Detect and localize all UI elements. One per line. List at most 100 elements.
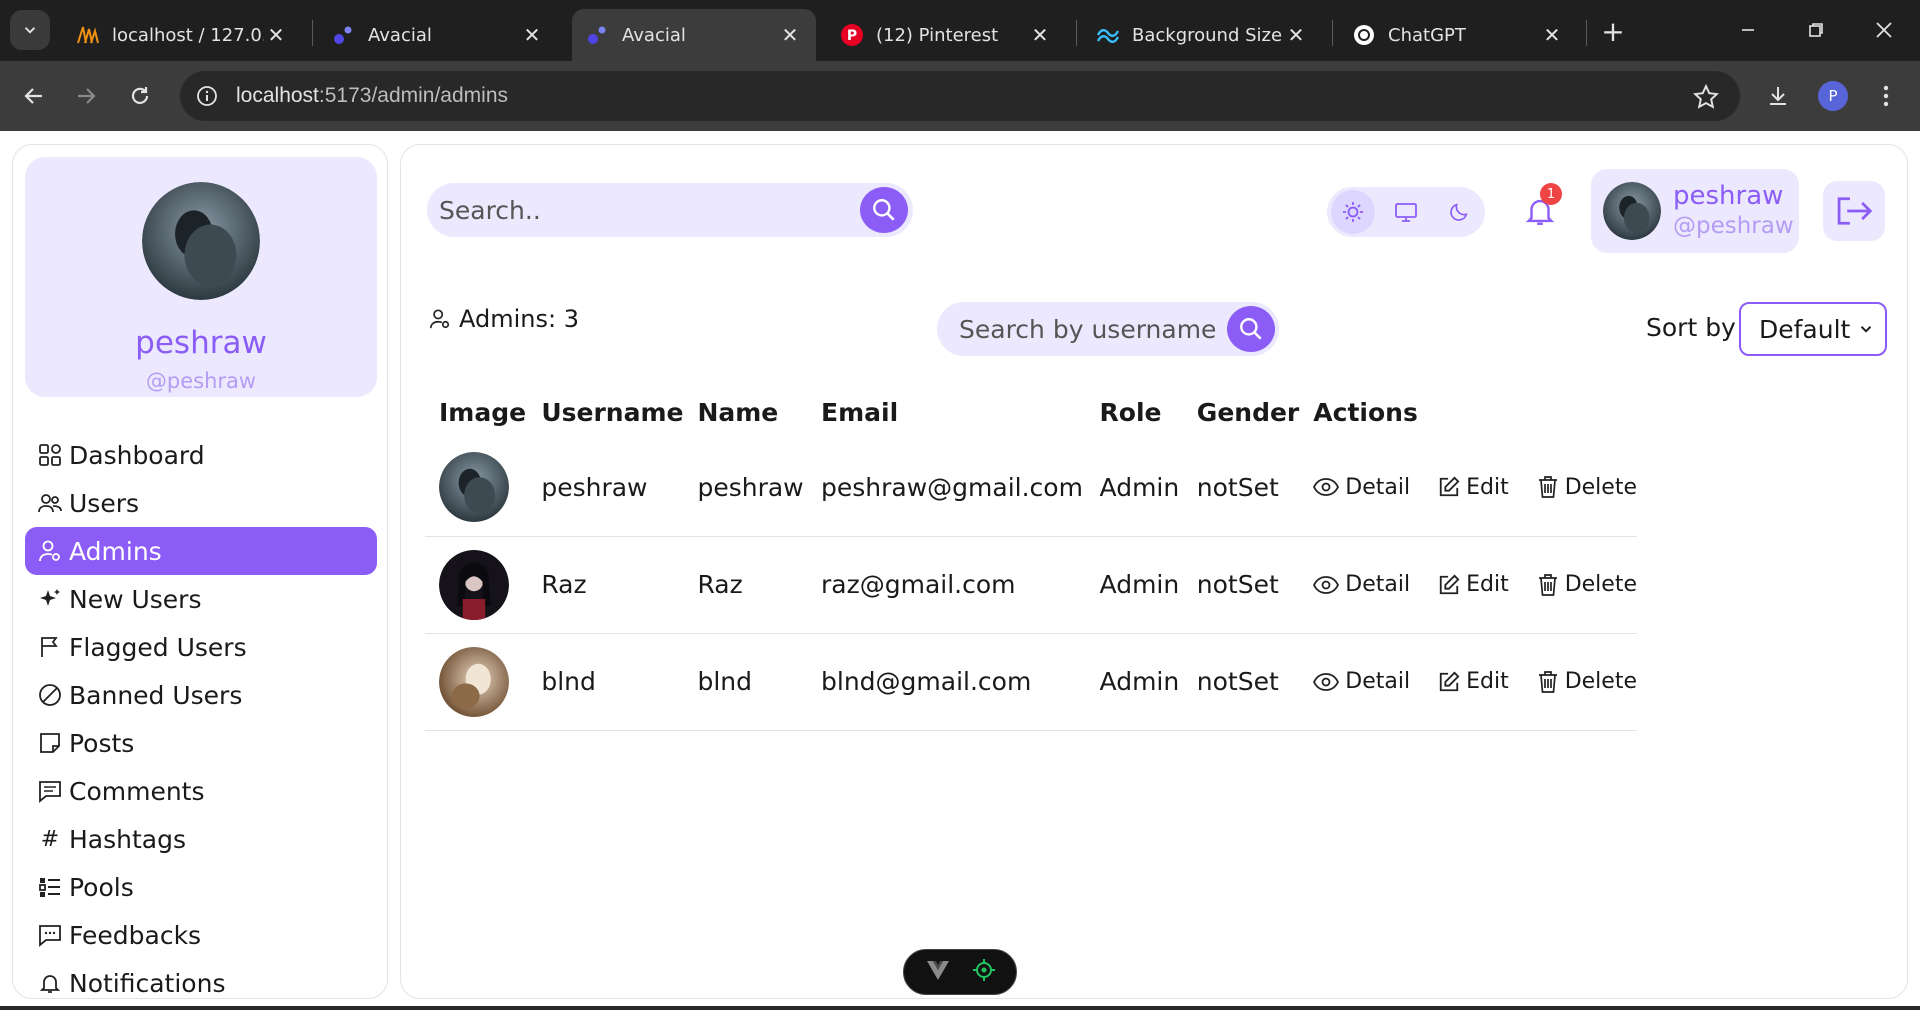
detail-button[interactable]: Detail: [1313, 475, 1410, 500]
posts-icon: [37, 730, 63, 756]
sidebar-item-label: Hashtags: [69, 824, 187, 854]
tab-localhost[interactable]: localhost / 127.0.0. ✕: [62, 9, 302, 61]
tab-pinterest[interactable]: P (12) Pinterest ✕: [826, 9, 1066, 61]
close-icon[interactable]: ✕: [264, 23, 288, 47]
sidebar-item-flagged-users[interactable]: Flagged Users: [25, 623, 377, 671]
tab-title: Background Size -: [1132, 24, 1284, 46]
close-icon[interactable]: ✕: [778, 23, 802, 47]
sidebar-item-new-users[interactable]: New Users: [25, 575, 377, 623]
delete-button[interactable]: Delete: [1537, 475, 1637, 500]
detail-button[interactable]: Detail: [1313, 669, 1410, 694]
edit-button[interactable]: Edit: [1438, 669, 1509, 694]
logout-button[interactable]: [1823, 181, 1885, 241]
tab-separator: [1586, 20, 1587, 46]
main-panel: 1 peshraw @peshraw Admins: 3 Sort by Def…: [400, 144, 1908, 999]
sidebar-profile-handle: @peshraw: [145, 369, 257, 393]
back-button[interactable]: [14, 76, 54, 116]
username-search-button[interactable]: [1227, 306, 1275, 352]
feedback-icon: [37, 922, 63, 948]
pinterest-icon: P: [840, 23, 864, 47]
sidebar-item-admins[interactable]: Admins: [25, 527, 377, 575]
search-input[interactable]: [439, 191, 839, 229]
sort-select[interactable]: Default: [1739, 302, 1887, 356]
edit-button[interactable]: Edit: [1438, 572, 1509, 597]
close-icon[interactable]: ✕: [1284, 23, 1308, 47]
sidebar-item-feedbacks[interactable]: Feedbacks: [25, 911, 377, 959]
tab-avacial-2[interactable]: Avacial ✕: [572, 9, 816, 61]
restore-icon: [1809, 23, 1823, 37]
sidebar-item-label: Notifications: [69, 968, 226, 998]
downloads-button[interactable]: [1758, 76, 1798, 116]
chatgpt-icon: [1352, 23, 1376, 47]
sidebar-item-posts[interactable]: Posts: [25, 719, 377, 767]
trash-icon: [1538, 670, 1557, 693]
restore-button[interactable]: [1786, 10, 1846, 50]
sidebar-item-hashtags[interactable]: # Hashtags: [25, 815, 377, 863]
theme-switcher: [1327, 187, 1485, 237]
sidebar-item-dashboard[interactable]: Dashboard: [25, 431, 377, 479]
tab-chatgpt[interactable]: ChatGPT ✕: [1338, 9, 1578, 61]
edit-label: Edit: [1466, 572, 1509, 597]
moon-icon: [1450, 203, 1468, 221]
theme-system-button[interactable]: [1384, 190, 1428, 234]
edit-label: Edit: [1466, 474, 1509, 500]
column-header-role: Role: [1099, 397, 1162, 427]
table-row: Raz Raz raz@gmail.com Admin notSet Detai…: [425, 536, 1637, 634]
detail-button[interactable]: Detail: [1313, 572, 1410, 597]
cell-image: [425, 536, 528, 634]
user-profile-chip[interactable]: peshraw @peshraw: [1591, 169, 1799, 253]
sidebar-item-banned-users[interactable]: Banned Users: [25, 671, 377, 719]
reload-button[interactable]: [120, 76, 160, 116]
search-icon: [1240, 318, 1262, 340]
tab-search-button[interactable]: [10, 10, 50, 50]
cell-role[interactable]: Admin: [1085, 536, 1183, 634]
cell-email: blnd@gmail.com: [807, 633, 1086, 731]
avatar[interactable]: [439, 646, 509, 717]
tab-title: (12) Pinterest: [876, 24, 999, 46]
close-icon[interactable]: ✕: [1540, 23, 1564, 47]
sidebar-item-label: Comments: [69, 776, 205, 806]
sidebar-item-notifications[interactable]: Notifications: [25, 959, 377, 998]
cell-role[interactable]: Admin: [1085, 633, 1183, 731]
tab-avacial-1[interactable]: Avacial ✕: [318, 9, 558, 61]
avatar[interactable]: [142, 182, 260, 300]
username-search-input[interactable]: [959, 310, 1219, 348]
new-tab-button[interactable]: +: [1596, 14, 1630, 48]
browser-menu-button[interactable]: [1866, 76, 1906, 116]
tab-separator: [1332, 20, 1333, 46]
address-bar[interactable]: localhost:5173/admin/admins: [180, 71, 1740, 121]
cell-username: Raz: [527, 536, 684, 634]
vue-devtools-icon[interactable]: [925, 959, 951, 985]
inspect-target-icon[interactable]: [972, 958, 996, 986]
sidebar-item-comments[interactable]: Comments: [25, 767, 377, 815]
sidebar-item-label: Users: [69, 488, 140, 518]
avatar[interactable]: [439, 549, 509, 620]
sidebar-profile-card[interactable]: peshraw @peshraw: [25, 157, 377, 397]
avatar[interactable]: [439, 452, 509, 523]
bookmark-star-icon[interactable]: [1692, 83, 1720, 111]
edit-button[interactable]: Edit: [1438, 475, 1509, 500]
theme-light-button[interactable]: [1331, 190, 1375, 234]
chevron-down-icon: [24, 27, 36, 34]
cell-role[interactable]: Admin: [1085, 439, 1183, 537]
cell-name: peshraw: [683, 439, 807, 537]
search-button[interactable]: [860, 187, 908, 233]
pools-icon: [37, 874, 63, 900]
minimize-button[interactable]: [1718, 10, 1778, 50]
sidebar-item-users[interactable]: Users: [25, 479, 377, 527]
sidebar-item-pools[interactable]: Pools: [25, 863, 377, 911]
close-window-button[interactable]: [1854, 10, 1914, 50]
global-search: [427, 183, 913, 237]
sidebar-item-label: Posts: [69, 728, 135, 758]
theme-dark-button[interactable]: [1437, 190, 1481, 234]
url-path: :5173/admin/admins: [318, 84, 509, 107]
site-info-icon[interactable]: [196, 85, 218, 107]
delete-button[interactable]: Delete: [1537, 572, 1637, 597]
browser-profile-avatar[interactable]: P: [1818, 81, 1848, 111]
monitor-icon: [1395, 203, 1417, 222]
forward-button[interactable]: [66, 76, 106, 116]
delete-button[interactable]: Delete: [1537, 669, 1637, 694]
tab-background-size[interactable]: Background Size - ✕: [1082, 9, 1322, 61]
close-icon[interactable]: ✕: [1028, 23, 1052, 47]
close-icon[interactable]: ✕: [520, 23, 544, 47]
